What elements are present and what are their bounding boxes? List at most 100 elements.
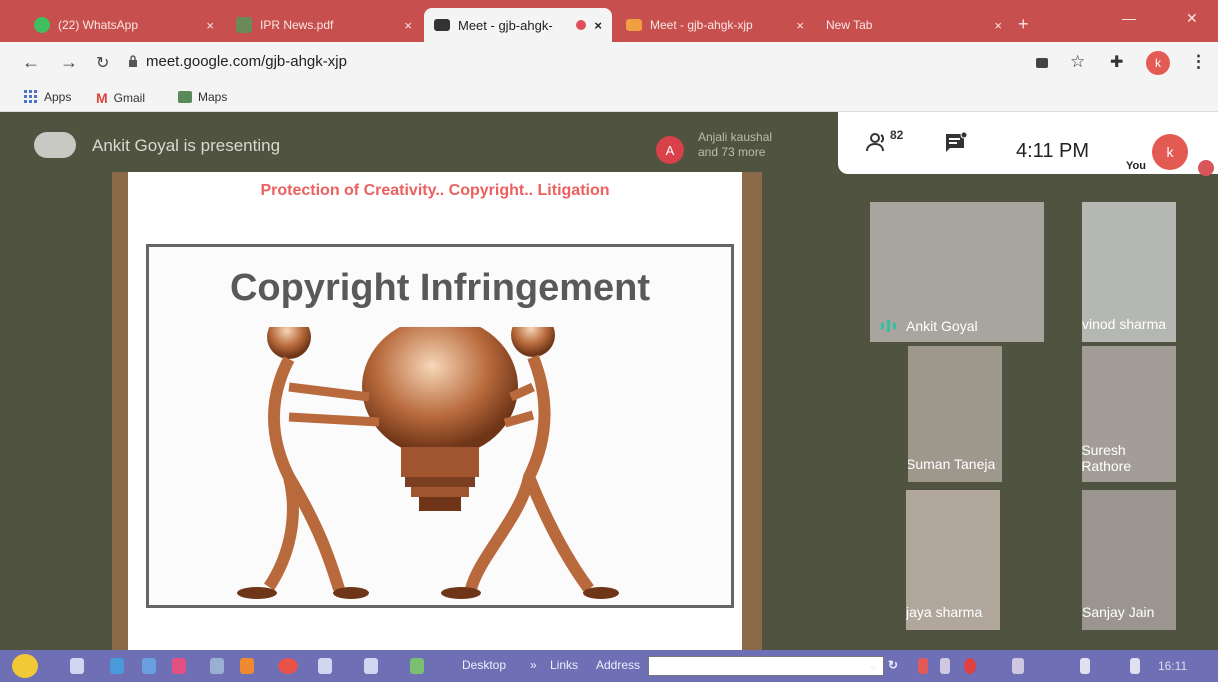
camera-icon[interactable] bbox=[1036, 58, 1048, 68]
taskbar-chevron[interactable]: » bbox=[530, 658, 537, 672]
tab-whatsapp[interactable]: (22) WhatsApp × bbox=[24, 8, 224, 42]
taskbar-desktop-label[interactable]: Desktop bbox=[462, 658, 506, 672]
tab-title: IPR News.pdf bbox=[260, 18, 334, 32]
address-refresh-icon[interactable]: ↻ bbox=[888, 658, 898, 672]
other-participant-count: and 73 more bbox=[698, 145, 766, 159]
notification-dot-icon bbox=[1198, 160, 1214, 176]
participant-name: Sanjay Jain bbox=[1082, 604, 1155, 620]
meet-icon bbox=[626, 19, 642, 31]
gmail-icon: M bbox=[96, 90, 108, 106]
pdf-icon bbox=[236, 17, 252, 33]
participant-tile[interactable]: jaya sharma bbox=[906, 490, 1000, 630]
participant-name: Ankit Goyal bbox=[906, 318, 978, 334]
lightbulb-tug-illustration bbox=[237, 327, 619, 599]
taskbar-chrome-icon[interactable] bbox=[278, 658, 298, 674]
taskbar-window-icon[interactable] bbox=[364, 658, 378, 674]
tray-icon[interactable] bbox=[964, 658, 976, 674]
self-avatar[interactable]: k bbox=[1152, 134, 1188, 170]
tab-ipr-news-pdf[interactable]: IPR News.pdf × bbox=[226, 8, 422, 42]
address-bar[interactable]: meet.google.com/gjb-ahgk-xjp bbox=[146, 53, 347, 70]
close-tab-icon[interactable]: × bbox=[994, 18, 1002, 33]
participant-tile[interactable]: Suresh Rathore bbox=[1082, 346, 1176, 482]
presenter-avatar bbox=[34, 132, 76, 158]
close-tab-icon[interactable]: × bbox=[796, 18, 804, 33]
taskbar-explorer-icon[interactable] bbox=[70, 658, 84, 674]
participant-count-badge: 82 bbox=[890, 128, 904, 142]
meet-header: Ankit Goyal is presenting A Anjali kaush… bbox=[0, 112, 838, 174]
maps-icon bbox=[178, 91, 192, 103]
address-dropdown-icon[interactable]: ⌄ bbox=[868, 658, 878, 672]
participant-tile[interactable]: Sanjay Jain bbox=[1082, 490, 1176, 630]
bookmark-gmail[interactable]: M Gmail bbox=[96, 90, 145, 106]
tab-title: Meet - gjb-ahgk-xjp bbox=[650, 18, 753, 32]
recording-dot-icon bbox=[576, 20, 587, 30]
tray-icon[interactable] bbox=[940, 658, 950, 674]
tab-new-tab[interactable]: New Tab × bbox=[816, 8, 1012, 42]
browser-tab-strip: (22) WhatsApp × IPR News.pdf × Meet - gj… bbox=[0, 0, 1218, 42]
other-participant-name: Anjali kaushal bbox=[698, 130, 773, 144]
tray-speaker-icon[interactable] bbox=[1080, 658, 1090, 674]
taskbar-browser-icon[interactable] bbox=[142, 658, 156, 674]
close-tab-icon[interactable]: × bbox=[206, 18, 214, 33]
participant-label: Sanjay Jain bbox=[1082, 602, 1154, 622]
meeting-clock: 4:11 PM bbox=[1016, 140, 1089, 162]
profile-avatar[interactable]: k bbox=[1146, 51, 1170, 75]
taskbar-address-input[interactable] bbox=[648, 656, 884, 676]
start-button[interactable] bbox=[12, 654, 38, 678]
close-tab-icon[interactable]: × bbox=[404, 18, 412, 33]
other-participants-summary: Anjali kaushal and 73 more bbox=[698, 130, 772, 160]
self-label: You bbox=[1126, 160, 1146, 172]
reload-icon[interactable]: ↻ bbox=[96, 53, 109, 73]
taskbar-app-icon[interactable] bbox=[240, 658, 254, 674]
tab-title: (22) WhatsApp bbox=[58, 18, 139, 32]
participant-name: vinod sharma bbox=[1082, 316, 1167, 332]
presentation-slide: Protection of Creativity.. Copyright.. L… bbox=[128, 172, 742, 650]
bookmark-label: Maps bbox=[198, 90, 228, 104]
taskbar-media-icon[interactable] bbox=[172, 658, 186, 674]
tray-flag-icon[interactable] bbox=[1130, 658, 1140, 674]
slide-title: Protection of Creativity.. Copyright.. L… bbox=[260, 182, 610, 199]
whatsapp-icon bbox=[34, 17, 50, 33]
taskbar-address-label: Address bbox=[596, 658, 641, 672]
participant-tile[interactable]: Ankit Goyal bbox=[870, 202, 1044, 342]
participant-label: Suresh Rathore bbox=[1082, 442, 1176, 474]
bookmark-apps[interactable]: Apps bbox=[24, 90, 71, 104]
bookmark-maps[interactable]: Maps bbox=[178, 90, 227, 104]
back-arrow-icon[interactable]: ← bbox=[22, 52, 40, 73]
extensions-icon[interactable]: ✚ bbox=[1110, 52, 1123, 72]
bookmark-star-icon[interactable]: ☆ bbox=[1070, 52, 1085, 72]
meet-top-panel: 82 4:11 PM k You bbox=[838, 112, 1218, 176]
speaking-indicator-icon bbox=[878, 318, 898, 334]
tray-network-icon[interactable] bbox=[1012, 658, 1024, 674]
taskbar-ie-icon[interactable] bbox=[110, 658, 124, 674]
meet-icon bbox=[434, 19, 450, 31]
participant-tile[interactable]: Suman Taneja bbox=[908, 346, 1002, 482]
close-tab-icon[interactable]: × bbox=[594, 18, 602, 33]
tab-title: Meet - gjb-ahgk- bbox=[458, 17, 553, 33]
bookmark-label: Gmail bbox=[113, 91, 146, 105]
tab-meet[interactable]: Meet - gjb-ahgk-xjp × bbox=[616, 8, 814, 42]
tab-meet-active[interactable]: Meet - gjb-ahgk- × bbox=[424, 8, 612, 42]
tab-title: New Tab bbox=[826, 18, 873, 32]
chat-icon[interactable] bbox=[944, 132, 968, 154]
presenting-status: Ankit Goyal is presenting bbox=[92, 136, 281, 155]
apps-grid-icon bbox=[24, 90, 37, 103]
slide-headline: Copyright Infringement bbox=[229, 267, 651, 309]
new-tab-button[interactable]: + bbox=[1018, 14, 1029, 35]
meet-call-area: Ankit Goyal is presenting A Anjali kaush… bbox=[0, 112, 1218, 650]
people-icon[interactable] bbox=[866, 132, 892, 152]
taskbar-window-icon[interactable] bbox=[410, 658, 424, 674]
participant-label: jaya sharma bbox=[906, 602, 982, 622]
tray-icon[interactable] bbox=[918, 658, 928, 674]
taskbar-links-label[interactable]: Links bbox=[550, 658, 578, 672]
taskbar-window-icon[interactable] bbox=[318, 658, 332, 674]
close-window-icon[interactable]: ✕ bbox=[1186, 10, 1198, 27]
minimize-icon[interactable]: — bbox=[1122, 10, 1136, 26]
participant-tile[interactable]: vinod sharma bbox=[1082, 202, 1176, 342]
participant-label: vinod sharma bbox=[1082, 314, 1166, 334]
slide-picture: Copyright Infringement bbox=[146, 244, 734, 608]
menu-kebab-icon[interactable]: ⋮ bbox=[1190, 52, 1207, 72]
forward-arrow-icon[interactable]: → bbox=[60, 52, 78, 73]
participant-label: Ankit Goyal bbox=[878, 318, 978, 334]
taskbar-app-icon[interactable] bbox=[210, 658, 224, 674]
